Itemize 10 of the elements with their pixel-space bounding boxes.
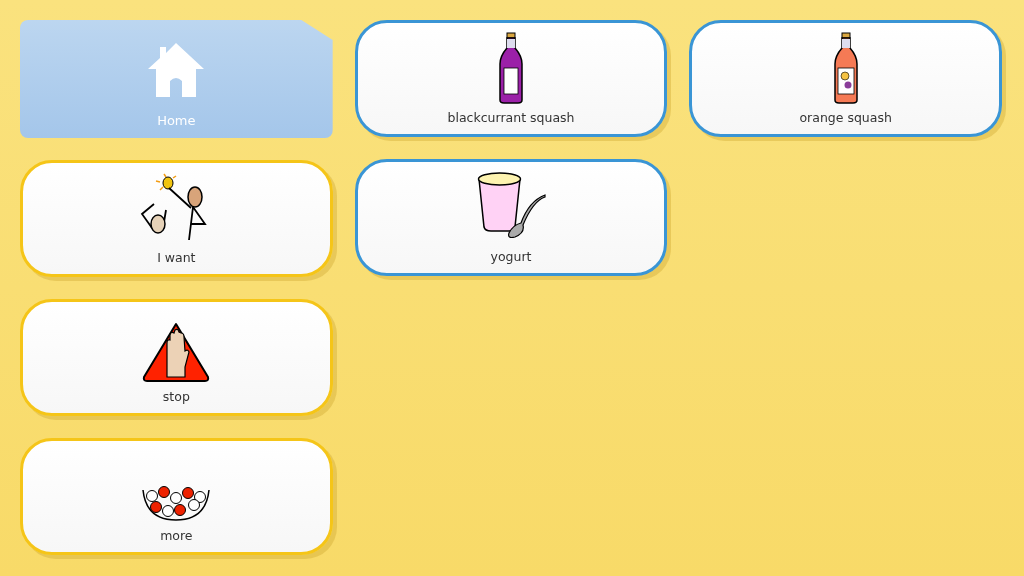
stop-hand-icon [141, 321, 212, 383]
symbol-button[interactable]: orange squash [689, 20, 1002, 137]
bowl-of-balls-icon [140, 486, 213, 522]
symbol-button[interactable]: yogurt [354, 159, 668, 276]
symbol-button[interactable]: more [20, 438, 333, 555]
symbol-button[interactable]: I want [20, 160, 333, 277]
symbol-button[interactable]: blackcurrant squash [354, 20, 668, 137]
bottle-icon [832, 32, 859, 104]
bottle-icon [498, 32, 524, 104]
symbol-button[interactable]: stop [20, 299, 333, 416]
